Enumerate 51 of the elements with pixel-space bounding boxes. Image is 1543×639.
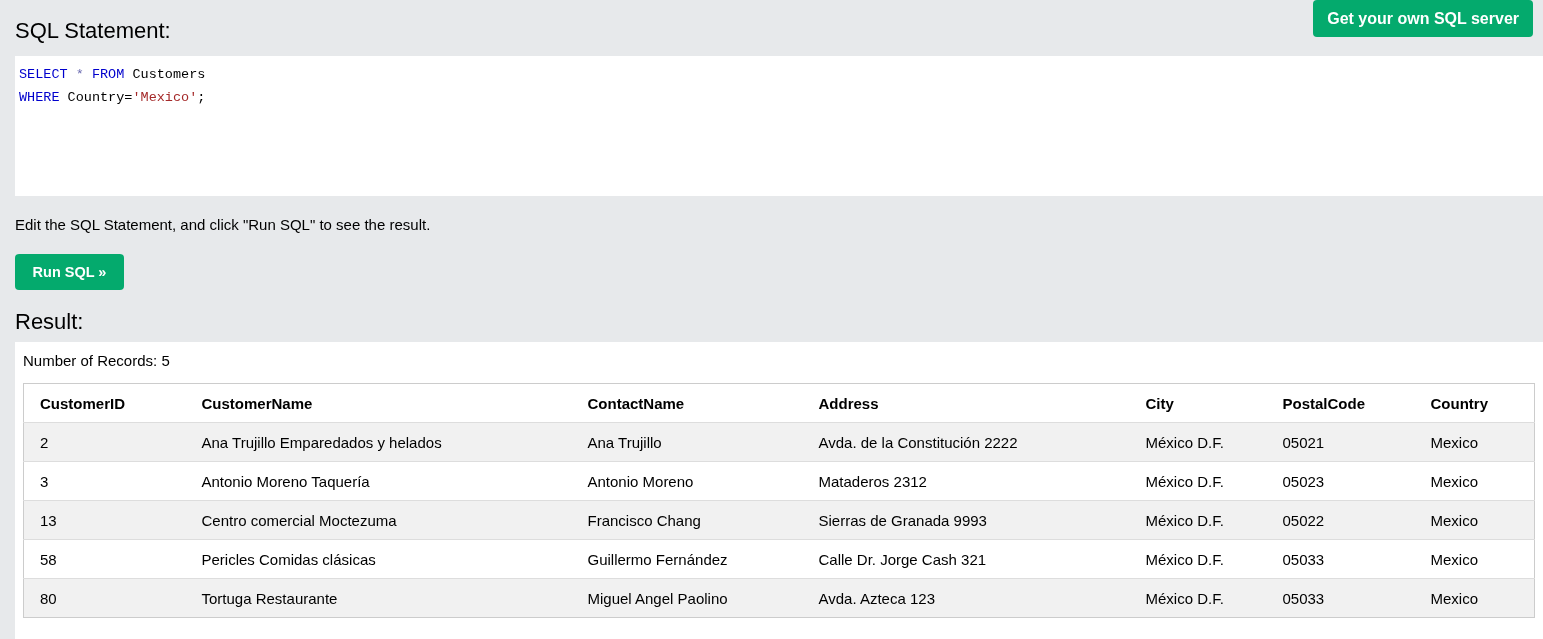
table-cell: 2	[23, 422, 186, 462]
table-cell: Avda. de la Constitución 2222	[802, 422, 1130, 462]
table-cell: Ana Trujillo Emparedados y helados	[185, 422, 572, 462]
table-cell: 13	[23, 500, 186, 540]
table-cell: Mexico	[1414, 539, 1535, 579]
table-cell: Antonio Moreno	[571, 461, 803, 501]
table-cell: Ana Trujillo	[571, 422, 803, 462]
table-cell: México D.F.	[1129, 578, 1267, 618]
get-sql-server-button[interactable]: Get your own SQL server	[1313, 0, 1533, 37]
table-cell: México D.F.	[1129, 500, 1267, 540]
table-cell: 58	[23, 539, 186, 579]
table-cell: Tortuga Restaurante	[185, 578, 572, 618]
sql-editor[interactable]: SELECT * FROM Customers WHERE Country='Mexico';	[15, 56, 1543, 196]
result-heading: Result:	[15, 308, 85, 336]
table-cell: Mexico	[1414, 578, 1535, 618]
instruction-text: Edit the SQL Statement, and click "Run SQL" to see the result.	[15, 216, 432, 235]
code-line: SELECT * FROM Customers	[19, 66, 207, 84]
table-cell: Mataderos 2312	[802, 461, 1130, 501]
table-cell: Miguel Angel Paolino	[571, 578, 803, 618]
run-sql-button[interactable]: Run SQL »	[15, 254, 124, 290]
table-cell: 05022	[1266, 500, 1415, 540]
column-header: CustomerName	[185, 383, 572, 423]
column-header: CustomerID	[23, 383, 186, 423]
table-cell: Mexico	[1414, 500, 1535, 540]
table-cell: México D.F.	[1129, 539, 1267, 579]
table-cell: Mexico	[1414, 461, 1535, 501]
table-cell: Antonio Moreno Taquería	[185, 461, 572, 501]
code-line: WHERE Country='Mexico';	[19, 89, 207, 107]
column-header: PostalCode	[1266, 383, 1415, 423]
table-cell: Pericles Comidas clásicas	[185, 539, 572, 579]
table-cell: Avda. Azteca 123	[802, 578, 1130, 618]
table-cell: Mexico	[1414, 422, 1535, 462]
table-cell: Centro comercial Moctezuma	[185, 500, 572, 540]
column-header: ContactName	[571, 383, 803, 423]
sql-statement-heading: SQL Statement:	[15, 18, 171, 44]
table-cell: Guillermo Fernández	[571, 539, 803, 579]
table-cell: 3	[23, 461, 186, 501]
table-cell: Sierras de Granada 9993	[802, 500, 1130, 540]
column-header: City	[1129, 383, 1267, 423]
table-cell: México D.F.	[1129, 461, 1267, 501]
column-header: Address	[802, 383, 1130, 423]
table-cell: México D.F.	[1129, 422, 1267, 462]
table-cell: 80	[23, 578, 186, 618]
table-cell: 05033	[1266, 578, 1415, 618]
column-header: Country	[1414, 383, 1535, 423]
table-cell: Calle Dr. Jorge Cash 321	[802, 539, 1130, 579]
table-cell: 05021	[1266, 422, 1415, 462]
table-cell: 05023	[1266, 461, 1415, 501]
table-cell: 05033	[1266, 539, 1415, 579]
table-cell: Francisco Chang	[571, 500, 803, 540]
record-count: Number of Records: 5	[23, 352, 171, 371]
